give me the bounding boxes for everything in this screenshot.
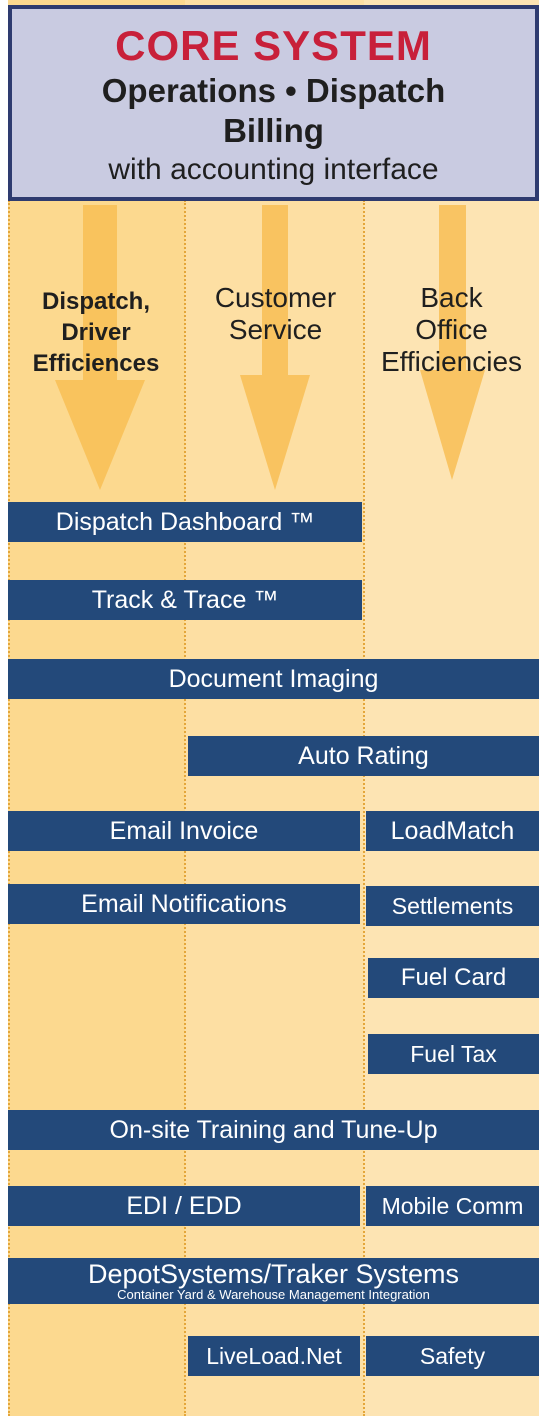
loadmatch-bar: LoadMatch [366,811,539,851]
column-divider [8,200,10,1416]
core-system-title: CORE SYSTEM [115,22,432,69]
heading-line: Efficiencies [380,346,523,377]
liveload-bar: LiveLoad.Net [188,1336,360,1376]
mobile-comm-bar: Mobile Comm [366,1186,539,1226]
settlements-bar: Settlements [366,886,539,926]
fuel-card-bar: Fuel Card [368,958,539,998]
safety-bar: Safety [366,1336,539,1376]
column-heading-customer-service: Customer Service [188,282,363,346]
onsite-training-bar: On-site Training and Tune-Up [8,1110,539,1150]
heading-line: Dispatch, [41,288,151,315]
track-trace-bar: Track & Trace ™ [8,580,362,620]
column-heading-dispatch: Dispatch, Driver Efficiences [10,286,182,379]
core-system-header: CORE SYSTEM Operations • Dispatch Billin… [8,5,539,201]
heading-line: Driver [61,319,131,346]
heading-line: Service [228,314,323,345]
column-divider [363,200,365,1416]
header-line-accounting: with accounting interface [108,153,439,186]
down-arrow-icon [240,205,310,490]
dispatch-dashboard-bar: Dispatch Dashboard ™ [8,502,362,542]
heading-line: Back [420,282,483,313]
heading-line: Customer [214,282,337,313]
depot-systems-sublabel: Container Yard & Warehouse Management In… [117,1286,430,1302]
fuel-tax-bar: Fuel Tax [368,1034,539,1074]
edi-edd-bar: EDI / EDD [8,1186,360,1226]
document-imaging-bar: Document Imaging [8,659,539,699]
email-notifications-bar: Email Notifications [8,884,360,924]
header-line-operations: Operations • Dispatch [101,72,446,109]
heading-line: Office [415,314,488,345]
heading-line: Efficiences [32,350,160,377]
column-heading-back-office: Back Office Efficiencies [364,282,539,378]
email-invoice-bar: Email Invoice [8,811,360,851]
depot-systems-bar: DepotSystems/Traker Systems Container Ya… [8,1258,539,1304]
depot-systems-label: DepotSystems/Traker Systems [87,1258,460,1289]
header-line-billing: Billing [223,112,324,149]
column-divider [184,200,186,1416]
auto-rating-bar: Auto Rating [188,736,539,776]
